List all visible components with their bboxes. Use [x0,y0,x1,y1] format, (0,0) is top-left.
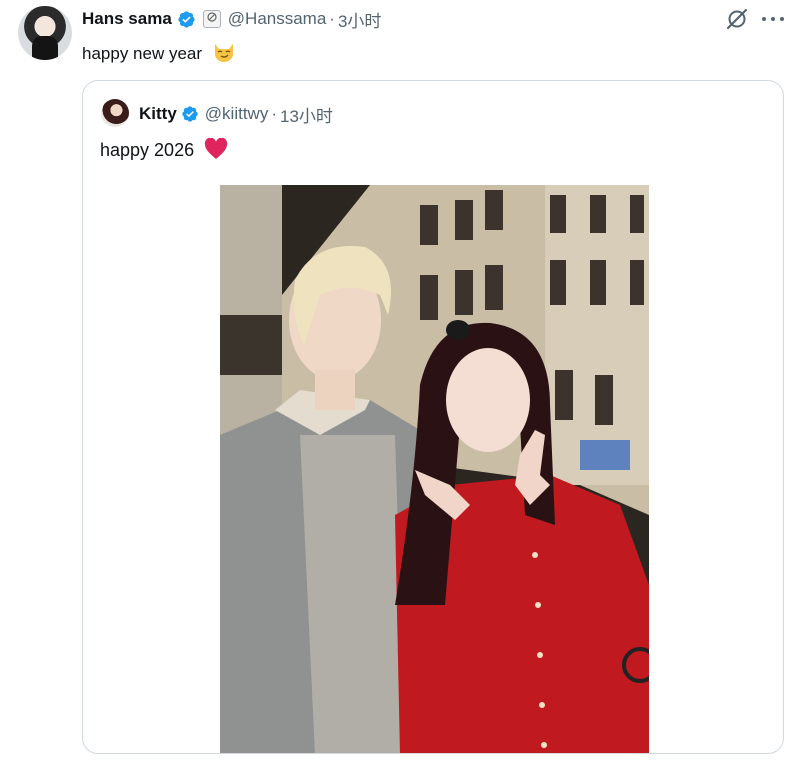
quoted-body: happy 2026 [100,140,195,160]
quoted-author-handle[interactable]: @kiittwy [205,104,269,124]
affiliate-badge-icon[interactable] [202,10,221,28]
tweet-body: happy new year [82,44,203,63]
grok-icon[interactable] [725,7,749,31]
quoted-photo[interactable] [220,185,649,753]
separator-dot: · [329,9,335,28]
verified-badge-icon [182,106,198,122]
quoted-author-name[interactable]: Kitty [139,104,177,124]
tweet-header: Hans sama @Hanssama · 3小时 [82,7,381,32]
verified-badge-icon [178,10,195,28]
author-avatar[interactable] [18,6,72,60]
tweet-text: happy new year [82,40,236,64]
quoted-time[interactable]: 13小时 [280,102,333,127]
author-handle[interactable]: @Hanssama [228,9,327,29]
author-name[interactable]: Hans sama [82,9,172,29]
tweet-time[interactable]: 3小时 [338,7,381,32]
red-heart-icon [205,138,228,159]
quoted-author-avatar[interactable] [101,99,129,127]
smirk-cat-emoji [214,44,233,62]
more-icon[interactable] [762,17,784,23]
quoted-tweet[interactable]: Kitty @kiittwy · 13小时 happy 2026 [82,80,784,754]
quoted-text: happy 2026 [100,138,228,161]
quoted-header: Kitty @kiittwy · 13小时 [139,102,333,127]
separator-dot: · [271,104,277,123]
